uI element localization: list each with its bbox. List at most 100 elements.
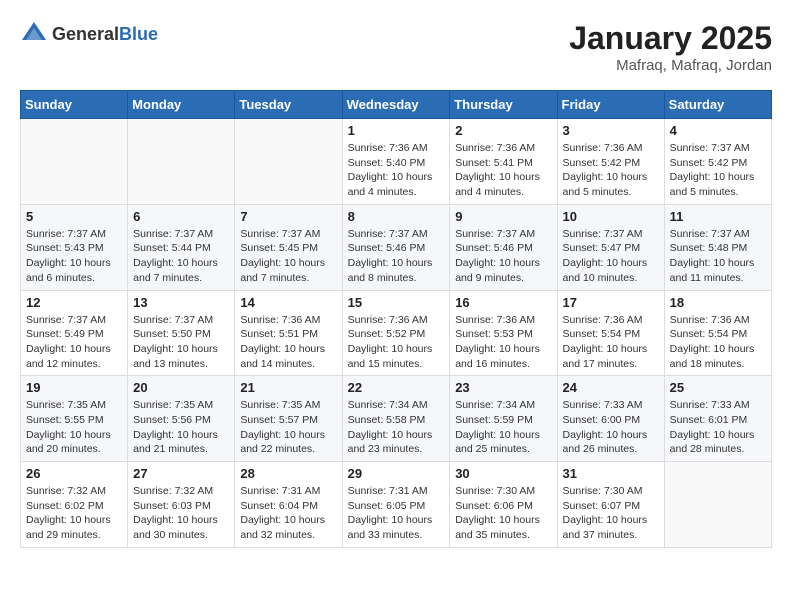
day-info: Sunrise: 7:36 AM Sunset: 5:40 PM Dayligh… [348, 141, 445, 200]
day-number: 21 [240, 380, 336, 395]
day-info: Sunrise: 7:33 AM Sunset: 6:00 PM Dayligh… [563, 398, 659, 457]
day-number: 31 [563, 466, 659, 481]
day-number: 27 [133, 466, 229, 481]
day-info: Sunrise: 7:36 AM Sunset: 5:53 PM Dayligh… [455, 313, 551, 372]
calendar-cell: 16 Sunrise: 7:36 AM Sunset: 5:53 PM Dayli… [450, 290, 557, 376]
calendar-cell: 15 Sunrise: 7:36 AM Sunset: 5:52 PM Dayli… [342, 290, 450, 376]
weekday-header-friday: Friday [557, 91, 664, 119]
day-info: Sunrise: 7:32 AM Sunset: 6:02 PM Dayligh… [26, 484, 122, 543]
day-number: 28 [240, 466, 336, 481]
day-info: Sunrise: 7:31 AM Sunset: 6:04 PM Dayligh… [240, 484, 336, 543]
calendar-cell [21, 119, 128, 205]
day-number: 24 [563, 380, 659, 395]
calendar-cell [128, 119, 235, 205]
day-info: Sunrise: 7:34 AM Sunset: 5:58 PM Dayligh… [348, 398, 445, 457]
calendar-week-1: 1 Sunrise: 7:36 AM Sunset: 5:40 PM Daylig… [21, 119, 772, 205]
day-info: Sunrise: 7:37 AM Sunset: 5:49 PM Dayligh… [26, 313, 122, 372]
weekday-header-row: SundayMondayTuesdayWednesdayThursdayFrid… [21, 91, 772, 119]
calendar-cell: 8 Sunrise: 7:37 AM Sunset: 5:46 PM Daylig… [342, 204, 450, 290]
day-number: 4 [670, 123, 766, 138]
day-number: 29 [348, 466, 445, 481]
day-info: Sunrise: 7:36 AM Sunset: 5:42 PM Dayligh… [563, 141, 659, 200]
calendar-cell: 23 Sunrise: 7:34 AM Sunset: 5:59 PM Dayli… [450, 376, 557, 462]
calendar-cell: 24 Sunrise: 7:33 AM Sunset: 6:00 PM Dayli… [557, 376, 664, 462]
day-number: 1 [348, 123, 445, 138]
day-number: 23 [455, 380, 551, 395]
calendar-cell: 29 Sunrise: 7:31 AM Sunset: 6:05 PM Dayli… [342, 462, 450, 548]
day-number: 9 [455, 209, 551, 224]
day-info: Sunrise: 7:35 AM Sunset: 5:57 PM Dayligh… [240, 398, 336, 457]
calendar-cell: 7Sunrise: 7:37 AM Sunset: 5:45 PM Daylig… [235, 204, 342, 290]
calendar-cell: 17 Sunrise: 7:36 AM Sunset: 5:54 PM Dayli… [557, 290, 664, 376]
weekday-header-thursday: Thursday [450, 91, 557, 119]
day-info: Sunrise: 7:37 AM Sunset: 5:48 PM Dayligh… [670, 227, 766, 286]
logo: GeneralBlue [20, 20, 158, 48]
day-number: 13 [133, 295, 229, 310]
calendar-cell: 25 Sunrise: 7:33 AM Sunset: 6:01 PM Dayli… [664, 376, 771, 462]
calendar-cell: 22 Sunrise: 7:34 AM Sunset: 5:58 PM Dayli… [342, 376, 450, 462]
day-info: Sunrise: 7:37 AM Sunset: 5:42 PM Dayligh… [670, 141, 766, 200]
day-info: Sunrise: 7:37 AM Sunset: 5:45 PM Dayligh… [240, 227, 336, 286]
day-number: 18 [670, 295, 766, 310]
day-info: Sunrise: 7:36 AM Sunset: 5:41 PM Dayligh… [455, 141, 551, 200]
day-info: Sunrise: 7:30 AM Sunset: 6:06 PM Dayligh… [455, 484, 551, 543]
day-number: 22 [348, 380, 445, 395]
calendar-cell: 20Sunrise: 7:35 AM Sunset: 5:56 PM Dayli… [128, 376, 235, 462]
day-info: Sunrise: 7:35 AM Sunset: 5:55 PM Dayligh… [26, 398, 122, 457]
day-number: 17 [563, 295, 659, 310]
calendar-cell: 12 Sunrise: 7:37 AM Sunset: 5:49 PM Dayli… [21, 290, 128, 376]
day-number: 5 [26, 209, 122, 224]
calendar-cell: 31Sunrise: 7:30 AM Sunset: 6:07 PM Dayli… [557, 462, 664, 548]
weekday-header-wednesday: Wednesday [342, 91, 450, 119]
day-number: 19 [26, 380, 122, 395]
calendar-cell: 2Sunrise: 7:36 AM Sunset: 5:41 PM Daylig… [450, 119, 557, 205]
day-info: Sunrise: 7:34 AM Sunset: 5:59 PM Dayligh… [455, 398, 551, 457]
calendar-cell: 1 Sunrise: 7:36 AM Sunset: 5:40 PM Daylig… [342, 119, 450, 205]
calendar-cell [664, 462, 771, 548]
calendar-week-5: 26Sunrise: 7:32 AM Sunset: 6:02 PM Dayli… [21, 462, 772, 548]
title-block: January 2025 Mafraq, Mafraq, Jordan [569, 20, 772, 74]
day-number: 6 [133, 209, 229, 224]
weekday-header-monday: Monday [128, 91, 235, 119]
day-number: 16 [455, 295, 551, 310]
calendar-cell: 10Sunrise: 7:37 AM Sunset: 5:47 PM Dayli… [557, 204, 664, 290]
day-info: Sunrise: 7:36 AM Sunset: 5:54 PM Dayligh… [563, 313, 659, 372]
day-info: Sunrise: 7:31 AM Sunset: 6:05 PM Dayligh… [348, 484, 445, 543]
calendar-cell: 9Sunrise: 7:37 AM Sunset: 5:46 PM Daylig… [450, 204, 557, 290]
calendar-week-2: 5 Sunrise: 7:37 AM Sunset: 5:43 PM Daylig… [21, 204, 772, 290]
day-info: Sunrise: 7:37 AM Sunset: 5:46 PM Dayligh… [348, 227, 445, 286]
day-number: 15 [348, 295, 445, 310]
logo-text-general: General [52, 24, 119, 44]
calendar-cell: 21 Sunrise: 7:35 AM Sunset: 5:57 PM Dayli… [235, 376, 342, 462]
calendar-cell: 28 Sunrise: 7:31 AM Sunset: 6:04 PM Dayli… [235, 462, 342, 548]
weekday-header-sunday: Sunday [21, 91, 128, 119]
calendar-cell: 19 Sunrise: 7:35 AM Sunset: 5:55 PM Dayli… [21, 376, 128, 462]
calendar-cell: 5 Sunrise: 7:37 AM Sunset: 5:43 PM Daylig… [21, 204, 128, 290]
calendar-cell: 26Sunrise: 7:32 AM Sunset: 6:02 PM Dayli… [21, 462, 128, 548]
calendar-table: SundayMondayTuesdayWednesdayThursdayFrid… [20, 90, 772, 548]
day-info: Sunrise: 7:33 AM Sunset: 6:01 PM Dayligh… [670, 398, 766, 457]
calendar-cell: 18Sunrise: 7:36 AM Sunset: 5:54 PM Dayli… [664, 290, 771, 376]
day-number: 8 [348, 209, 445, 224]
weekday-header-tuesday: Tuesday [235, 91, 342, 119]
calendar-week-4: 19 Sunrise: 7:35 AM Sunset: 5:55 PM Dayli… [21, 376, 772, 462]
day-info: Sunrise: 7:35 AM Sunset: 5:56 PM Dayligh… [133, 398, 229, 457]
calendar-cell: 6Sunrise: 7:37 AM Sunset: 5:44 PM Daylig… [128, 204, 235, 290]
day-info: Sunrise: 7:36 AM Sunset: 5:52 PM Dayligh… [348, 313, 445, 372]
calendar-cell: 3Sunrise: 7:36 AM Sunset: 5:42 PM Daylig… [557, 119, 664, 205]
page-header: GeneralBlue January 2025 Mafraq, Mafraq,… [20, 20, 772, 74]
day-number: 25 [670, 380, 766, 395]
day-info: Sunrise: 7:36 AM Sunset: 5:51 PM Dayligh… [240, 313, 336, 372]
calendar-cell [235, 119, 342, 205]
calendar-body: 1 Sunrise: 7:36 AM Sunset: 5:40 PM Daylig… [21, 119, 772, 548]
day-number: 14 [240, 295, 336, 310]
calendar-cell: 14 Sunrise: 7:36 AM Sunset: 5:51 PM Dayli… [235, 290, 342, 376]
day-info: Sunrise: 7:32 AM Sunset: 6:03 PM Dayligh… [133, 484, 229, 543]
calendar-cell: 30 Sunrise: 7:30 AM Sunset: 6:06 PM Dayli… [450, 462, 557, 548]
day-number: 30 [455, 466, 551, 481]
day-number: 10 [563, 209, 659, 224]
day-info: Sunrise: 7:37 AM Sunset: 5:43 PM Dayligh… [26, 227, 122, 286]
day-number: 11 [670, 209, 766, 224]
day-number: 12 [26, 295, 122, 310]
calendar-cell: 11 Sunrise: 7:37 AM Sunset: 5:48 PM Dayli… [664, 204, 771, 290]
